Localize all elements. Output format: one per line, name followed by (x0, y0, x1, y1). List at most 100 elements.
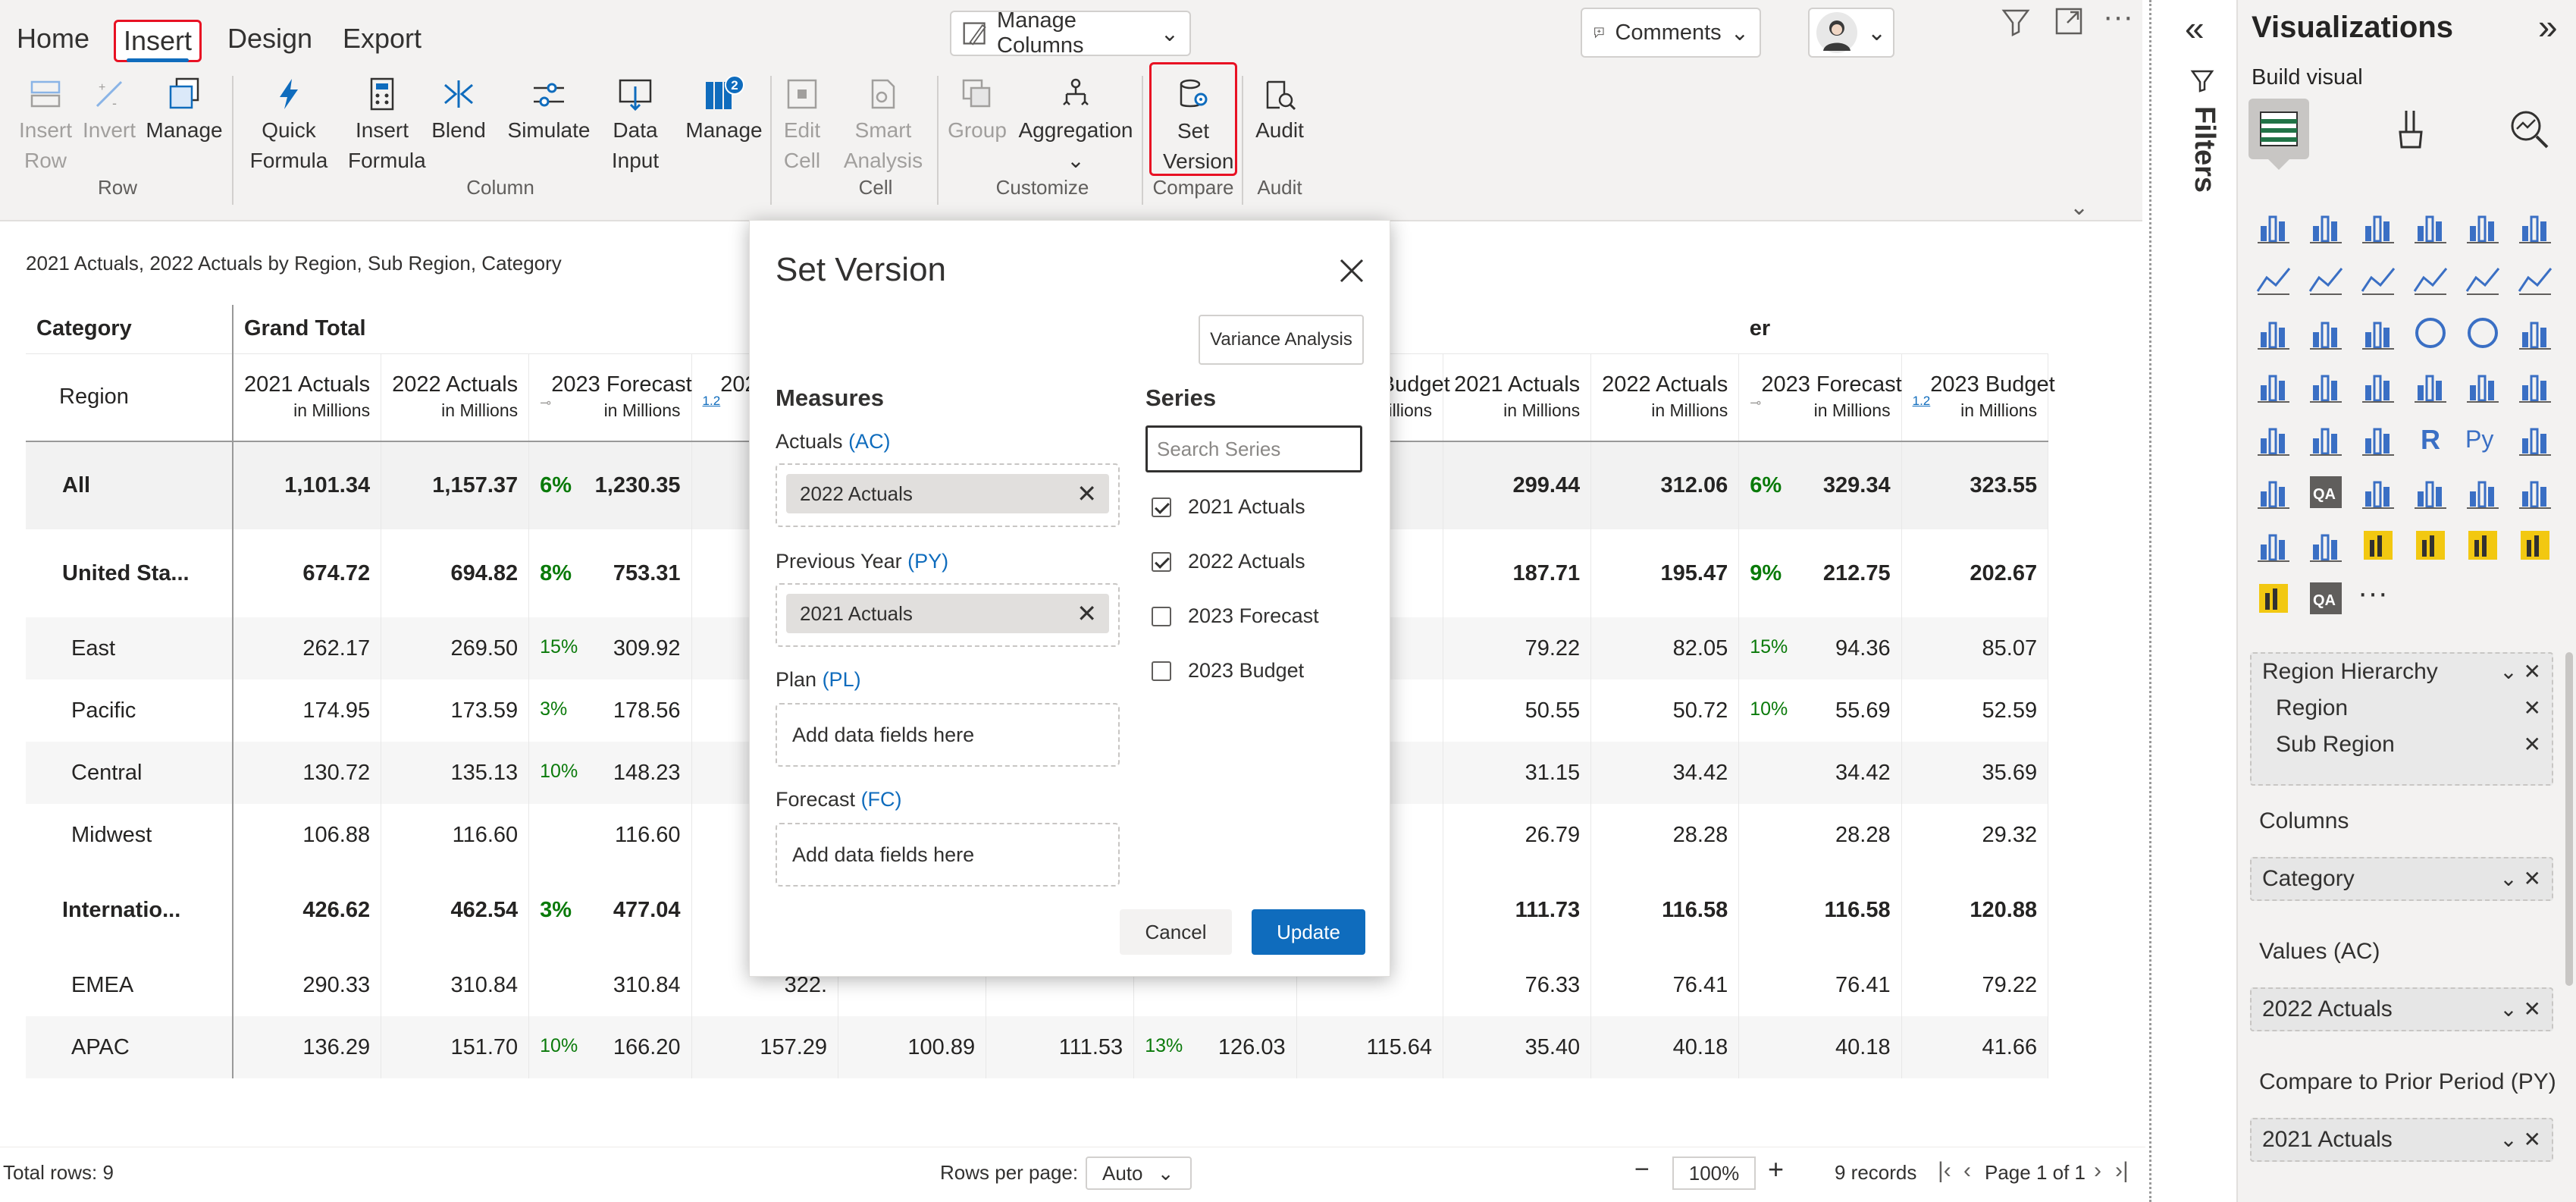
table-cell[interactable]: 9% 212.75 (1738, 529, 1902, 617)
prev-page-icon[interactable]: ‹ (1963, 1158, 1971, 1184)
series-option[interactable]: 2023 Budget (1152, 659, 1304, 683)
actuals-dropzone[interactable]: 2022 Actuals ✕ (776, 463, 1120, 527)
clustered-column-icon[interactable] (2411, 208, 2449, 246)
region-hierarchy-field[interactable]: Region Hierarchy ⌄ ✕ (2252, 654, 2552, 690)
table-cell[interactable]: 50.55 (1443, 679, 1592, 742)
actuals-field-pill[interactable]: 2022 Actuals ✕ (786, 474, 1109, 513)
column-header[interactable]: 2022 Actuals in Millions (381, 353, 530, 441)
table-cell[interactable]: 40.18 (1738, 1016, 1902, 1078)
power-automate-icon[interactable] (2307, 526, 2345, 564)
table-cell[interactable]: 100.89 (838, 1016, 987, 1078)
row-label[interactable]: Midwest (26, 804, 233, 866)
remove-icon[interactable]: ✕ (2524, 727, 2541, 763)
table-cell[interactable]: 35.69 (1901, 742, 2049, 804)
table-cell[interactable]: 10% 166.20 (528, 1016, 692, 1078)
tab-home[interactable]: Home (9, 20, 97, 62)
table-cell[interactable]: 15% 309.92 (528, 617, 692, 679)
table-cell[interactable]: 120.88 (1901, 866, 2049, 954)
table-cell[interactable]: 312.06 (1590, 441, 1740, 529)
table-cell[interactable]: 13% 126.03 (1133, 1016, 1297, 1078)
table-cell[interactable]: 76.41 (1738, 954, 1902, 1016)
remove-icon[interactable]: ✕ (2524, 690, 2541, 727)
close-icon[interactable] (1338, 257, 1365, 284)
python-visual-icon[interactable]: Py (2464, 420, 2502, 458)
table-cell[interactable]: 10% 148.23 (528, 742, 692, 804)
series-option[interactable]: 2022 Actuals (1152, 550, 1305, 573)
area-chart-icon[interactable] (2307, 261, 2345, 299)
ribbon-chart-icon[interactable] (2516, 261, 2554, 299)
last-page-icon[interactable]: ›| (2115, 1158, 2129, 1184)
paginated-icon[interactable] (2464, 473, 2502, 511)
filled-map-icon[interactable] (2307, 367, 2345, 405)
table-cell[interactable]: 323.55 (1901, 441, 2049, 529)
build-visual-tab[interactable] (2249, 99, 2309, 159)
filters-pane-collapsed[interactable]: « Filters (2168, 0, 2236, 1202)
key-influencers-icon[interactable] (2516, 420, 2554, 458)
column-header[interactable]: 2021 Actuals in Millions (232, 353, 382, 441)
table-cell[interactable]: 674.72 (232, 529, 382, 617)
row-label[interactable]: Pacific (26, 679, 233, 742)
table-cell[interactable]: 26.79 (1443, 804, 1592, 866)
custom-visual-icon[interactable] (2464, 526, 2502, 564)
table-cell[interactable]: 28.28 (1590, 804, 1740, 866)
table-cell[interactable]: 6% 329.34 (1738, 441, 1902, 529)
table-cell[interactable]: 35.40 (1443, 1016, 1592, 1078)
table-cell[interactable]: 135.13 (381, 742, 530, 804)
row-label[interactable]: Central (26, 742, 233, 804)
tab-design[interactable]: Design (220, 20, 320, 62)
kpi-icon[interactable] (2516, 367, 2554, 405)
tab-export[interactable]: Export (335, 20, 429, 62)
custom-visual-icon[interactable] (2411, 526, 2449, 564)
100-column-icon[interactable] (2516, 208, 2554, 246)
column-header[interactable]: 2021 Actuals in Millions (1443, 353, 1592, 441)
invert-button[interactable]: + - Invert (79, 76, 139, 146)
region-field[interactable]: Region ✕ (2252, 690, 2552, 727)
column-header[interactable]: 1.22023 Budget in Millions (1901, 353, 2055, 441)
table-cell[interactable]: 111.53 (986, 1016, 1135, 1078)
table-cell[interactable]: 115.64 (1296, 1016, 1444, 1078)
100-bar-icon[interactable] (2464, 208, 2502, 246)
table-cell[interactable]: 3% 178.56 (528, 679, 692, 742)
update-button[interactable]: Update (1252, 909, 1365, 955)
rows-well[interactable]: Region Hierarchy ⌄ ✕ Region ✕ Sub Region ✕ (2250, 652, 2553, 786)
scatter-icon[interactable] (2359, 314, 2397, 352)
table-cell[interactable]: 41.66 (1901, 1016, 2049, 1078)
values-field[interactable]: 2022 Actuals ⌄ ✕ (2252, 989, 2552, 1030)
zoom-input[interactable]: 100% (1672, 1156, 1756, 1190)
values-well[interactable]: 2022 Actuals ⌄ ✕ (2250, 987, 2553, 1031)
field-controls[interactable]: ⌄ ✕ (2499, 858, 2541, 899)
table-cell[interactable]: 462.54 (381, 866, 530, 954)
azure-map-icon[interactable] (2516, 473, 2554, 511)
row-label[interactable]: Internatio... (26, 866, 233, 954)
table-cell[interactable]: 116.60 (381, 804, 530, 866)
next-page-icon[interactable]: › (2094, 1158, 2101, 1184)
row-label[interactable]: All (26, 441, 233, 529)
aggregation-button[interactable]: Aggregation ⌄ (1013, 76, 1139, 176)
table-cell[interactable]: 130.72 (232, 742, 382, 804)
custom-visual-icon[interactable] (2359, 526, 2397, 564)
r-visual-icon[interactable]: R (2411, 420, 2449, 458)
table-cell[interactable]: 157.29 (691, 1016, 839, 1078)
group-button[interactable]: Group (945, 76, 1010, 146)
column-header[interactable]: ⊸2023 Forecast in Millions (1738, 353, 1902, 441)
stacked-column-icon[interactable] (2307, 208, 2345, 246)
map-icon[interactable] (2255, 367, 2292, 405)
table-cell[interactable]: 85.07 (1901, 617, 2049, 679)
filter-icon[interactable] (1999, 5, 2032, 38)
blend-button[interactable]: Blend (426, 76, 491, 146)
collapse-pane-icon[interactable]: « (2185, 8, 2205, 49)
checkbox[interactable] (1152, 497, 1171, 517)
manage-row-button[interactable]: Manage (143, 76, 226, 146)
data-input-button[interactable]: Data Input (597, 76, 673, 176)
compare-field[interactable]: 2021 Actuals ⌄ ✕ (2252, 1119, 2552, 1160)
table-row[interactable]: APAC 136.29 151.70 10% 166.20 157.29 100.89 111… (26, 1016, 2049, 1078)
column-header[interactable]: 2022 Actuals in Millions (1590, 353, 1740, 441)
table-cell[interactable]: 426.62 (232, 866, 382, 954)
cancel-button[interactable]: Cancel (1120, 909, 1232, 955)
table-cell[interactable]: 50.72 (1590, 679, 1740, 742)
expand-pane-icon[interactable]: » (2538, 6, 2558, 47)
table-cell[interactable]: 173.59 (381, 679, 530, 742)
table-cell[interactable]: 40.18 (1590, 1016, 1740, 1078)
remove-icon[interactable]: ✕ (1076, 474, 1097, 513)
narrative-icon[interactable] (2359, 473, 2397, 511)
